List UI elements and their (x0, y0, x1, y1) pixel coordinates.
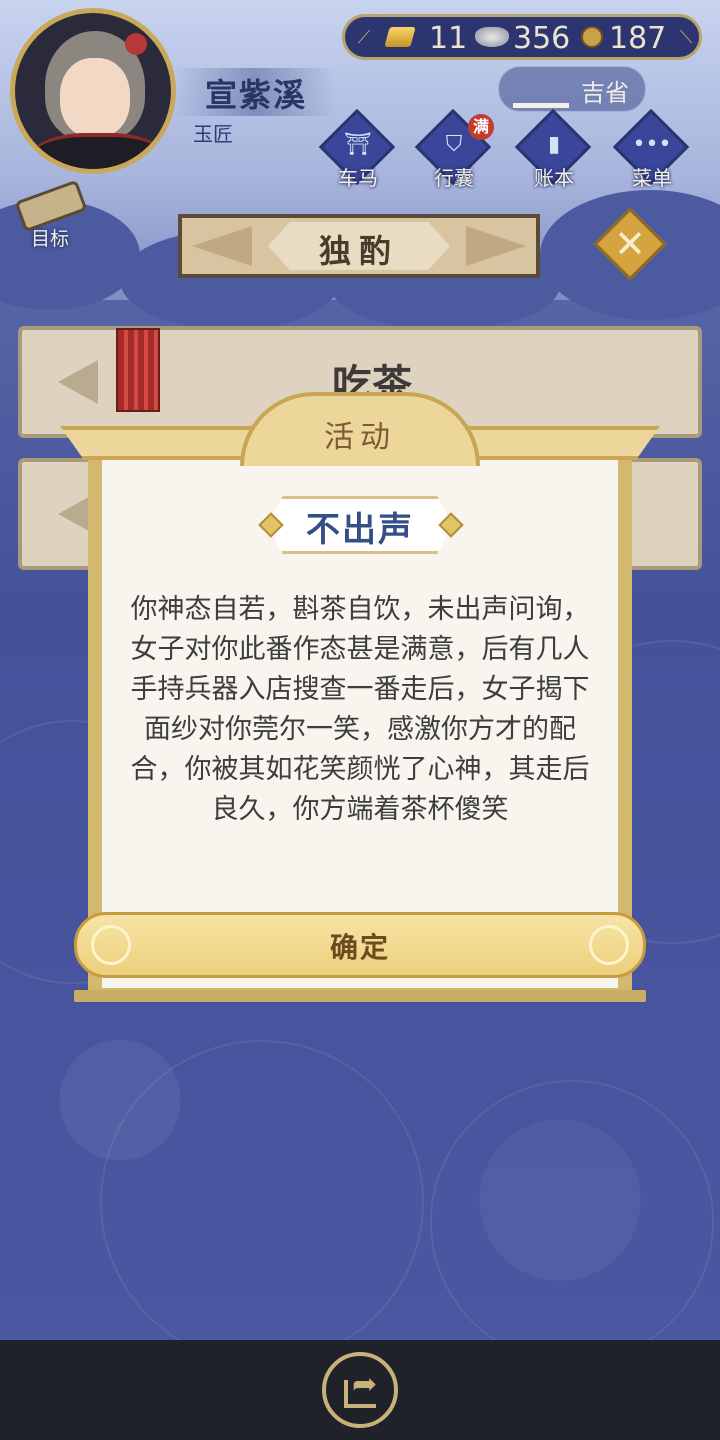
status-chip-label: 吉省 (581, 79, 629, 107)
location-title: 独酌 (318, 232, 399, 270)
status-chip[interactable]: 吉省 (498, 66, 646, 112)
copper-coin-icon (581, 26, 603, 48)
player-title: 玉匠 (193, 122, 233, 146)
wave-pattern (100, 1040, 424, 1340)
full-badge: 满 (468, 114, 494, 140)
avatar-face (60, 58, 130, 138)
share-arrow-icon: ➦ (352, 1367, 378, 1402)
gold-amount: 11 (429, 21, 468, 56)
nav-label: 账本 (534, 166, 574, 190)
bamboo-leaf-icon: ⟍ (679, 27, 693, 48)
nav-menu-button[interactable]: ••• 菜单 (612, 108, 692, 194)
nav-label: 车马 (338, 166, 378, 190)
silver-ingot-icon (475, 27, 509, 47)
iron-icon (513, 75, 569, 108)
close-icon: ✕ (614, 222, 646, 266)
ledger-icon: ▮ (547, 132, 561, 157)
confirm-label: 确定 (329, 931, 390, 964)
carriage-icon: ⛩ (344, 132, 372, 157)
nav-label: 行囊 (434, 166, 474, 190)
bamboo-leaf-icon: ⟋ (357, 27, 371, 48)
dialog-base (74, 990, 646, 1002)
nav-carriage-button[interactable]: ⛩ 车马 (318, 108, 398, 194)
share-button[interactable]: ➦ (322, 1352, 398, 1428)
player-name: 宣紫溪 (205, 76, 308, 114)
event-title: 不出声 (306, 510, 414, 550)
location-plaque: 独酌 (178, 214, 540, 278)
goal-button[interactable]: 目标 (10, 179, 90, 250)
gold-ingot-icon (384, 27, 416, 47)
coin-amount: 187 (609, 21, 667, 56)
nav-label: 菜单 (632, 166, 672, 190)
event-body-text: 你神态自若，斟茶自饮，未出声问询，女子对你此番作态甚是满意，后有几人手持兵器入店… (130, 594, 590, 825)
avatar[interactable] (10, 8, 176, 174)
avatar-robe (30, 133, 166, 169)
goal-label: 目标 (30, 228, 69, 250)
hair-flower-icon (125, 33, 147, 55)
dialog-header: 活动 (324, 420, 396, 455)
nav-ledger-button[interactable]: ▮ 账本 (514, 108, 594, 194)
currency-bar: ⟋ 11 356 187 ⟍ (342, 14, 702, 60)
silver-amount: 356 (513, 21, 571, 56)
menu-dots-icon: ••• (632, 132, 672, 157)
nav-bag-button[interactable]: ⛉ 行囊 满 (414, 108, 494, 194)
wave-pattern (430, 1080, 714, 1340)
